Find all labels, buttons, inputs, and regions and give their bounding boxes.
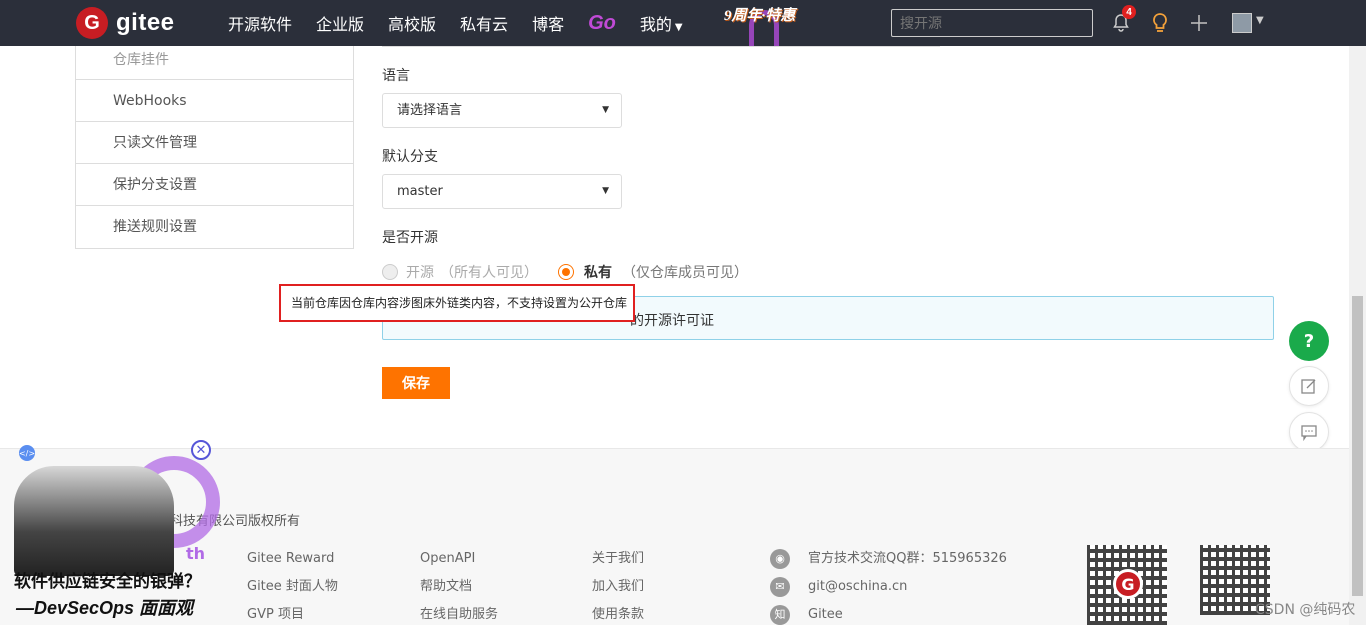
plus-icon	[1191, 15, 1207, 31]
footer-link-openapi[interactable]: OpenAPI	[420, 545, 498, 573]
ad-headline: 软件供应链安全的银弹？	[14, 572, 201, 591]
top-navbar: G gitee 开源软件 企业版 高校版 私有云 博客 Go 我的 ▼ 9周年·特…	[0, 0, 1366, 46]
radio-public	[382, 264, 398, 280]
ad-fragment-text: th	[186, 544, 206, 563]
footer-link-self-service[interactable]: 在线自助服务	[420, 601, 498, 625]
chat-button[interactable]	[1289, 412, 1329, 452]
caret-down-icon: ▼	[674, 22, 683, 33]
ad-subheadline: —DevSecOps 面面观	[16, 598, 194, 618]
footer-link-about[interactable]: 关于我们	[592, 545, 644, 573]
mail-icon: ✉	[770, 577, 790, 597]
footer-link-help-docs[interactable]: 帮助文档	[420, 573, 498, 601]
notification-button[interactable]: 4	[1109, 5, 1136, 35]
idea-button[interactable]	[1148, 11, 1172, 35]
nav-item-go[interactable]: Go	[588, 12, 616, 35]
create-button[interactable]	[1187, 11, 1211, 35]
gitee-logo[interactable]: G gitee	[76, 7, 175, 39]
nav-item-open-source[interactable]: 开源软件	[228, 11, 292, 35]
feedback-button[interactable]	[1289, 366, 1329, 406]
nav-item-education[interactable]: 高校版	[388, 11, 436, 35]
language-label: 语言	[382, 68, 410, 84]
ad-speakers-photo	[14, 466, 174, 576]
user-avatar[interactable]	[1232, 13, 1252, 33]
nav-item-blog[interactable]: 博客	[532, 11, 564, 35]
language-select-value: 请选择语言	[397, 103, 463, 118]
contact-mail-text: git@oschina.cn	[808, 579, 908, 594]
settings-sidebar: 仓库挂件 WebHooks 只读文件管理 保护分支设置 推送规则设置	[75, 46, 354, 249]
save-button[interactable]: 保存	[382, 367, 450, 399]
footer-links-col1: Gitee Reward Gitee 封面人物 GVP 项目	[247, 545, 338, 625]
csdn-watermark: CSDN @纯码农	[1255, 602, 1356, 618]
nav-item-enterprise[interactable]: 企业版	[316, 11, 364, 35]
nav-item-private-cloud[interactable]: 私有云	[460, 11, 508, 35]
mini-program-qr: G	[1087, 545, 1167, 625]
radio-private[interactable]	[558, 264, 574, 280]
scrollbar-thumb[interactable]	[1352, 296, 1363, 596]
open-source-label: 是否开源	[382, 230, 438, 246]
radio-public-hint: （所有人可见）	[440, 265, 538, 281]
language-select[interactable]: 请选择语言 ▼	[382, 93, 622, 128]
contact-zhihu-text: Gitee	[808, 607, 843, 622]
sidebar-item-webhooks[interactable]: WebHooks	[76, 80, 353, 122]
sidebar-item-push-rules[interactable]: 推送规则设置	[76, 206, 353, 248]
sidebar-item-protected-branches[interactable]: 保护分支设置	[76, 164, 353, 206]
contact-zhihu[interactable]: 知 Gitee	[770, 601, 1007, 625]
branch-select-value: master	[397, 184, 443, 199]
default-branch-label: 默认分支	[382, 149, 438, 165]
logo-text: gitee	[116, 9, 175, 36]
contact-qq[interactable]: ◉ 官方技术交流QQ群：515965326	[770, 545, 1007, 573]
previous-field-edge	[382, 46, 940, 47]
visibility-radio-group: 开源 （所有人可见） 私有 （仅仓库成员可见）	[382, 262, 748, 282]
promo-ad[interactable]: th 软件供应链安全的银弹？ —DevSecOps 面面观 </> ✕	[10, 440, 222, 625]
sidebar-item-readonly-files[interactable]: 只读文件管理	[76, 122, 353, 164]
search-input[interactable]	[891, 9, 1093, 37]
footer-links-col3: 关于我们 加入我们 使用条款	[592, 545, 644, 625]
radio-public-label: 开源	[406, 265, 434, 281]
chat-icon	[1301, 425, 1317, 441]
radio-private-label[interactable]: 私有	[584, 262, 612, 282]
qq-icon: ◉	[770, 549, 790, 569]
avatar-caret-icon: ▼	[1256, 15, 1264, 26]
select-caret-icon: ▼	[602, 186, 609, 196]
footer-link-gvp[interactable]: GVP 项目	[247, 601, 338, 625]
contact-mail[interactable]: ✉ git@oschina.cn	[770, 573, 1007, 601]
notification-count-badge: 4	[1122, 5, 1136, 19]
sidebar-item-repo-widget[interactable]: 仓库挂件	[76, 46, 353, 80]
footer-links-col2: OpenAPI 帮助文档 在线自助服务	[420, 545, 498, 625]
code-icon: </>	[19, 445, 35, 461]
footer-contacts: ◉ 官方技术交流QQ群：515965326 ✉ git@oschina.cn 知…	[770, 545, 1007, 625]
help-button[interactable]: ?	[1289, 321, 1329, 361]
radio-private-hint: （仅仓库成员可见）	[622, 265, 748, 281]
nav-mine-label: 我的	[639, 15, 672, 34]
nav-item-mine[interactable]: 我的 ▼	[640, 11, 683, 35]
zhihu-icon: 知	[770, 605, 790, 625]
lightbulb-icon	[1153, 13, 1167, 32]
license-info-text: 的开源许可证	[630, 313, 714, 329]
nav-menu: 开源软件 企业版 高校版 私有云 博客 Go 我的 ▼	[228, 0, 707, 46]
footer-link-reward[interactable]: Gitee Reward	[247, 545, 338, 573]
contact-qq-text: 官方技术交流QQ群：515965326	[808, 551, 1007, 566]
footer-link-cover-people[interactable]: Gitee 封面人物	[247, 573, 338, 601]
qr-gitee-logo: G	[1113, 569, 1143, 599]
anniversary-banner[interactable]: 9周年·特惠	[724, 4, 795, 25]
logo-badge: G	[76, 7, 108, 39]
select-caret-icon: ▼	[602, 105, 609, 115]
visibility-tooltip: 当前仓库因仓库内容涉图床外链类内容，不支持设置为公开仓库	[279, 284, 635, 322]
ad-close-icon[interactable]: ✕	[191, 440, 211, 460]
footer-link-terms[interactable]: 使用条款	[592, 601, 644, 625]
default-branch-select[interactable]: master ▼	[382, 174, 622, 209]
footer-link-join[interactable]: 加入我们	[592, 573, 644, 601]
edit-icon	[1301, 379, 1316, 394]
page-scrollbar[interactable]	[1349, 46, 1366, 625]
